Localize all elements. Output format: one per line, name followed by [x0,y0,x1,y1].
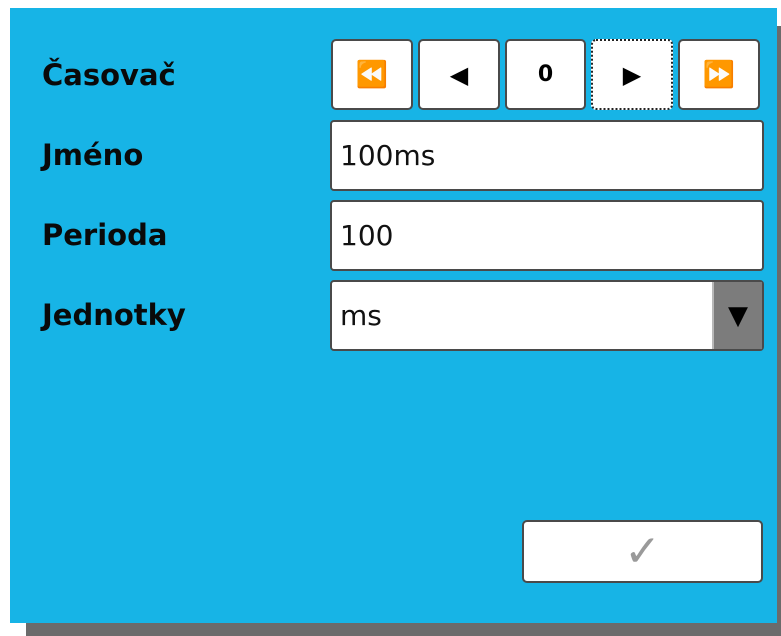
name-input[interactable]: 100ms [330,120,764,191]
timer-label: Časovač [42,58,176,92]
timer-index-display: 0 [505,39,586,110]
units-label: Jednotky [42,298,186,332]
last-timer-button[interactable]: ⏩ [678,39,760,110]
name-input-value: 100ms [340,139,436,172]
units-select[interactable]: ms ▼ [330,280,764,351]
previous-timer-button[interactable]: ◀ [418,39,500,110]
fast-forward-icon: ⏩ [702,59,736,90]
period-label: Perioda [42,218,168,252]
timer-index-value: 0 [537,62,554,87]
chevron-down-icon[interactable]: ▼ [712,282,762,349]
confirm-button[interactable]: ✓ [522,520,763,583]
units-select-value: ms [340,299,382,332]
period-input-value: 100 [340,219,394,252]
name-label: Jméno [42,138,144,172]
fast-backward-icon: ⏪ [355,59,389,90]
timer-settings-panel: Časovač ⏪ ◀ 0 ▶ ⏩ Jméno 100ms Perioda 10… [10,8,777,623]
first-timer-button[interactable]: ⏪ [331,39,413,110]
checkmark-icon: ✓ [624,526,661,577]
triangle-right-icon: ▶ [622,60,642,89]
period-input[interactable]: 100 [330,200,764,271]
next-timer-button[interactable]: ▶ [591,39,673,110]
triangle-left-icon: ◀ [449,60,469,89]
